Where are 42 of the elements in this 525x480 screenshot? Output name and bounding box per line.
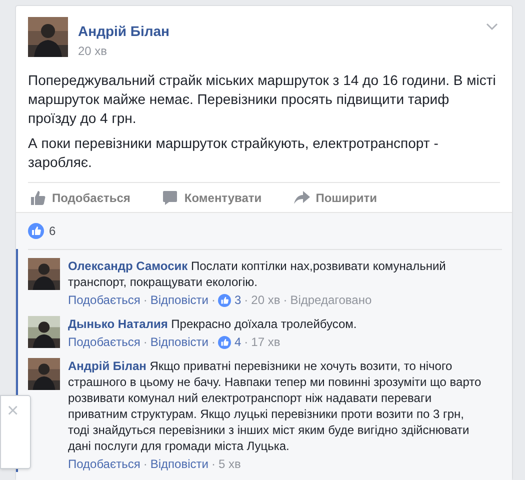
share-action[interactable]: Поширити <box>294 188 377 206</box>
thumbs-up-icon <box>218 336 232 348</box>
reply-link[interactable]: Відповісти <box>150 334 208 350</box>
edited-label[interactable]: Відредаговано <box>290 292 372 308</box>
comment-time[interactable]: 17 хв <box>251 334 280 350</box>
like-link[interactable]: Подобається <box>68 292 140 308</box>
reply-link[interactable]: Відповісти <box>150 292 208 308</box>
reply-link[interactable]: Відповісти <box>150 456 208 472</box>
separator-dot: · <box>143 456 148 472</box>
separator-dot: · <box>143 292 148 308</box>
speech-bubble-icon <box>162 190 178 206</box>
comment-action[interactable]: Коментувати <box>162 188 262 206</box>
commenter-name[interactable]: Андрій Білан <box>68 359 146 373</box>
share-arrow-icon <box>294 190 310 206</box>
commenter-name[interactable]: Дынько Наталия <box>68 317 168 331</box>
comment-text: Дынько Наталия Прекрасно доїхала тролейбусом. <box>68 316 358 332</box>
chevron-down-icon[interactable] <box>486 23 498 31</box>
comment-likes-count[interactable]: 4 <box>234 334 242 350</box>
like-action[interactable]: Подобається <box>30 188 130 206</box>
separator-dot: · <box>143 334 148 350</box>
thumbs-up-icon <box>30 190 46 206</box>
like-link[interactable]: Подобається <box>68 334 140 350</box>
comment-likes-count[interactable]: 3 <box>234 292 242 308</box>
post-paragraph: А поки перевізники маршруток страйкують, електротранспорт - заробляє. <box>28 134 440 172</box>
comment-text: Олександр Самосик Послати коптілки нах,розвивати комунальний транспорт, покращувати екологію. <box>68 258 447 290</box>
thumbs-up-icon <box>218 294 232 306</box>
separator-dot: · <box>244 334 248 350</box>
comment-text: Андрій Білан Якщо приватні перевізники не хочуть возити, то нічого страшного в цьому не бачу. Навпаки тепер ми повинні зрозуміти що варто розвивати комунал ний електротранспорт ніж надавати переваги приватним структурам. Якщо луцькі перевізники проти возити по 3 грн, тоді знайдуться перевізники з інших міст яким буде вигідно здійснювати дані послуги для громади міста Луцька. <box>68 358 482 454</box>
post-time[interactable]: 20 хв <box>78 42 170 60</box>
comment-time[interactable]: 5 хв <box>218 456 241 472</box>
thumbs-up-icon <box>28 223 44 239</box>
separator-dot: · <box>283 292 288 308</box>
likes-count[interactable]: 6 <box>49 222 56 240</box>
comment-time[interactable]: 20 хв <box>251 292 280 308</box>
separator-dot: · <box>211 456 216 472</box>
separator-dot: · <box>211 334 216 350</box>
separator-dot: · <box>244 292 248 308</box>
separator-dot: · <box>211 292 216 308</box>
post-paragraph: Попереджувальний страйк міських маршруток з 14 до 16 години. В місті маршруток майже немає. Перевізники просять підвищити тариф проїзду до 4 грн. <box>28 71 497 128</box>
like-link[interactable]: Подобається <box>68 456 140 472</box>
commenter-name[interactable]: Олександр Самосик <box>68 259 188 273</box>
author-name[interactable]: Андрій Білан <box>78 22 170 40</box>
